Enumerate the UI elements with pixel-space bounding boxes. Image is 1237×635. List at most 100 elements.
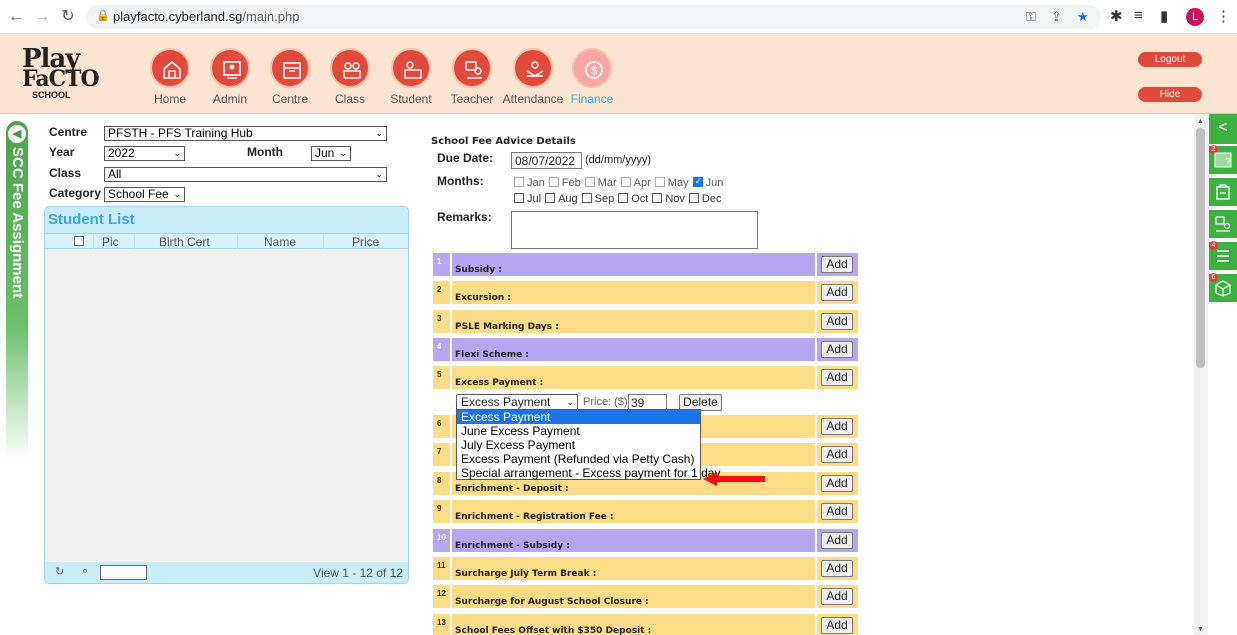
- col-price[interactable]: Price: [352, 235, 379, 249]
- month-label: Jun: [705, 177, 724, 189]
- playfacto-logo[interactable]: Play FaCTO SCHOOL: [20, 44, 100, 104]
- category-select[interactable]: School Fee ⌄: [104, 187, 185, 202]
- add-button[interactable]: Add: [821, 341, 853, 358]
- svg-text:?: ?: [1225, 157, 1231, 168]
- add-button[interactable]: Add: [821, 560, 853, 577]
- admin-icon: [223, 61, 241, 79]
- forward-icon[interactable]: →: [32, 7, 52, 27]
- month-dec[interactable]: Dec: [688, 193, 721, 205]
- fee-row-number: 5: [433, 366, 450, 389]
- share-icon[interactable]: ⇪: [1051, 9, 1062, 25]
- month-jul[interactable]: Jul: [514, 193, 541, 205]
- month-oct[interactable]: Oct: [618, 193, 648, 205]
- month-checkbox[interactable]: [652, 193, 663, 203]
- checklist-button[interactable]: 4: [1209, 241, 1237, 270]
- nav-class[interactable]: Class: [315, 48, 385, 106]
- month-apr[interactable]: Apr: [620, 177, 651, 189]
- month-checkbox[interactable]: [581, 193, 592, 203]
- collapse-arrow-icon[interactable]: ◀: [8, 125, 26, 143]
- add-button[interactable]: Add: [821, 617, 853, 634]
- dropdown-option[interactable]: Excess Payment: [457, 410, 700, 424]
- teachers-button[interactable]: [1209, 210, 1237, 238]
- add-button[interactable]: Add: [821, 418, 853, 435]
- scrollbar-thumb[interactable]: [1196, 128, 1205, 368]
- month-may[interactable]: May: [654, 177, 689, 189]
- month-select[interactable]: Jun ⌄: [311, 146, 351, 161]
- nav-teacher[interactable]: Teacher: [437, 48, 507, 106]
- dropdown-option[interactable]: Special arrangement - Excess payment for…: [457, 466, 720, 480]
- months-row-1: Jan Feb Mar Apr May Jun: [514, 176, 727, 189]
- due-date-input[interactable]: 08/07/2022: [511, 152, 582, 169]
- month-checkbox[interactable]: [618, 193, 629, 203]
- box-button[interactable]: 6: [1209, 273, 1237, 302]
- address-bar[interactable]: 🔒 playfacto.cyberland.sg/main.php ⚿ ⇪ ★: [86, 5, 1101, 29]
- month-feb[interactable]: Feb: [548, 177, 581, 189]
- col-name[interactable]: Name: [264, 235, 296, 249]
- chevron-down-icon: ⌄: [173, 189, 181, 199]
- add-button[interactable]: Add: [821, 313, 853, 330]
- col-pic[interactable]: Pic: [102, 235, 119, 249]
- back-icon[interactable]: ←: [6, 7, 26, 27]
- month-checkbox[interactable]: [620, 177, 631, 187]
- month-nov[interactable]: Nov: [652, 193, 685, 205]
- scc-fee-assignment-tab[interactable]: ◀ SCC Fee Assignment: [6, 121, 28, 461]
- checklist-icon: [1217, 250, 1229, 262]
- pager-input[interactable]: [100, 565, 147, 580]
- people-board-icon: [1215, 216, 1231, 232]
- add-button[interactable]: Add: [821, 475, 853, 492]
- year-select[interactable]: 2022 ⌄: [104, 146, 185, 161]
- menu-dots-icon[interactable]: ⋮: [1216, 7, 1231, 25]
- month-label: Oct: [631, 193, 649, 205]
- month-checkbox[interactable]: [514, 177, 524, 187]
- add-button[interactable]: Add: [821, 532, 853, 549]
- extensions-icon[interactable]: ✱: [1110, 7, 1123, 25]
- media-icon[interactable]: ≡: [1134, 7, 1143, 24]
- add-button[interactable]: Add: [821, 446, 853, 463]
- right-panel-toggle[interactable]: <: [1209, 114, 1237, 144]
- add-button[interactable]: Add: [821, 588, 853, 605]
- month-checkbox[interactable]: [692, 176, 703, 187]
- pager-view-count: View 1 - 12 of 12: [313, 566, 403, 580]
- add-button[interactable]: Add: [821, 503, 853, 520]
- help-quiz-button[interactable]: 2 ?: [1209, 145, 1237, 174]
- add-button[interactable]: Add: [821, 284, 853, 301]
- centre-select[interactable]: PFSTH - PFS Training Hub ⌄: [104, 126, 387, 141]
- month-checkbox[interactable]: [688, 193, 699, 203]
- nav-student[interactable]: Student: [376, 48, 446, 106]
- refresh-icon[interactable]: ↻: [55, 565, 64, 578]
- dropdown-option[interactable]: Excess Payment (Refunded via Petty Cash): [457, 452, 700, 466]
- reload-icon[interactable]: ↻: [58, 7, 78, 27]
- add-button[interactable]: Add: [821, 256, 853, 273]
- month-jun[interactable]: Jun: [692, 176, 724, 189]
- logout-button[interactable]: Logout: [1138, 52, 1202, 67]
- month-checkbox[interactable]: [514, 193, 524, 203]
- add-button[interactable]: Add: [821, 369, 853, 386]
- key-icon[interactable]: ⚿: [1026, 9, 1036, 25]
- remarks-textarea[interactable]: [511, 211, 758, 249]
- side-panel-icon[interactable]: ▮: [1160, 7, 1168, 25]
- parcel-button[interactable]: [1209, 178, 1237, 206]
- student-list-header: Pic Birth Cert Name Price: [45, 233, 408, 249]
- col-birth-cert[interactable]: Birth Cert: [159, 235, 210, 249]
- month-checkbox[interactable]: [545, 193, 556, 203]
- profile-avatar[interactable]: L: [1186, 8, 1204, 26]
- hide-button[interactable]: Hide: [1138, 87, 1202, 102]
- month-checkbox[interactable]: [654, 177, 665, 187]
- month-jan[interactable]: Jan: [514, 177, 545, 189]
- month-mar[interactable]: Mar: [584, 177, 617, 189]
- select-all-checkbox[interactable]: [74, 236, 84, 246]
- fee-row-label: School Fees Offset with $350 Deposit :: [452, 614, 815, 635]
- month-checkbox[interactable]: [584, 177, 595, 187]
- month-checkbox[interactable]: [548, 177, 559, 187]
- nav-finance[interactable]: $ Finance: [557, 48, 627, 106]
- fee-row-number: 13: [433, 614, 450, 635]
- month-aug[interactable]: Aug: [545, 193, 578, 205]
- category-label: Category: [49, 186, 102, 200]
- bookmark-star-icon[interactable]: ★: [1077, 9, 1089, 25]
- class-select[interactable]: All ⌄: [104, 167, 387, 182]
- search-icon[interactable]: ⌕: [82, 565, 88, 578]
- page-scrollbar[interactable]: ▲ ▼: [1194, 114, 1208, 635]
- dropdown-option[interactable]: June Excess Payment: [457, 424, 700, 438]
- month-sep[interactable]: Sep: [581, 193, 614, 205]
- dropdown-option[interactable]: July Excess Payment: [457, 438, 700, 452]
